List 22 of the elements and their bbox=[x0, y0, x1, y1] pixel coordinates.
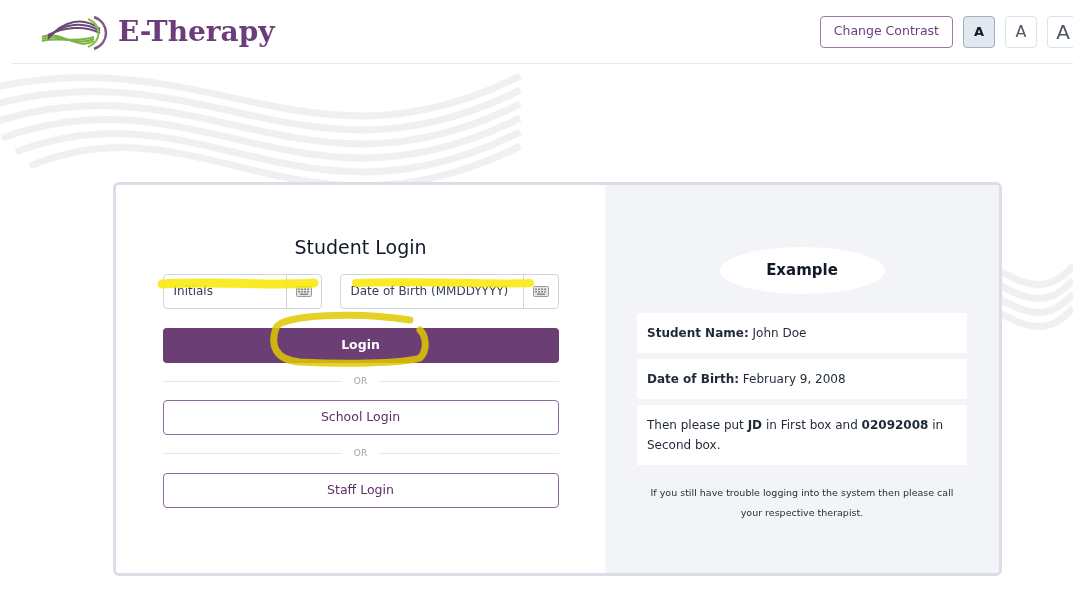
example-text: Then please put JD in First box and 02092008 in Second box. bbox=[647, 418, 944, 452]
example-text: Student Name: John Doe bbox=[647, 326, 807, 340]
font-size-button[interactable]: A bbox=[963, 15, 995, 48]
input-field[interactable]: Initials bbox=[163, 274, 286, 308]
or-divider-label: OR bbox=[353, 374, 368, 388]
staff-login-button[interactable]: Staff Login bbox=[162, 472, 559, 508]
or-divider-label: OR bbox=[353, 447, 368, 460]
input-field[interactable]: Date of Birth (MMDDYYYY) bbox=[340, 274, 523, 308]
change-contrast-button[interactable]: Change Contrast bbox=[819, 15, 953, 48]
font-size-button[interactable]: A bbox=[1047, 15, 1073, 48]
login-title: Student Login bbox=[294, 235, 427, 260]
school-login-button[interactable]: School Login bbox=[162, 400, 559, 435]
login-button[interactable]: Login bbox=[162, 327, 559, 363]
example-heading: Example bbox=[719, 247, 885, 294]
font-size-button[interactable]: A bbox=[1005, 15, 1037, 48]
keyboard-icon bbox=[295, 285, 312, 297]
help-note: If you still have trouble logging into the system then please call your respective therapist. bbox=[649, 486, 955, 520]
input-group[interactable]: Date of Birth (MMDDYYYY) bbox=[339, 273, 559, 309]
brand-name: E-Therapy bbox=[118, 13, 275, 50]
example-text: Date of Birth: February 9, 2008 bbox=[647, 372, 846, 386]
input-group[interactable]: Initials bbox=[162, 273, 322, 309]
keyboard-icon bbox=[532, 285, 549, 297]
